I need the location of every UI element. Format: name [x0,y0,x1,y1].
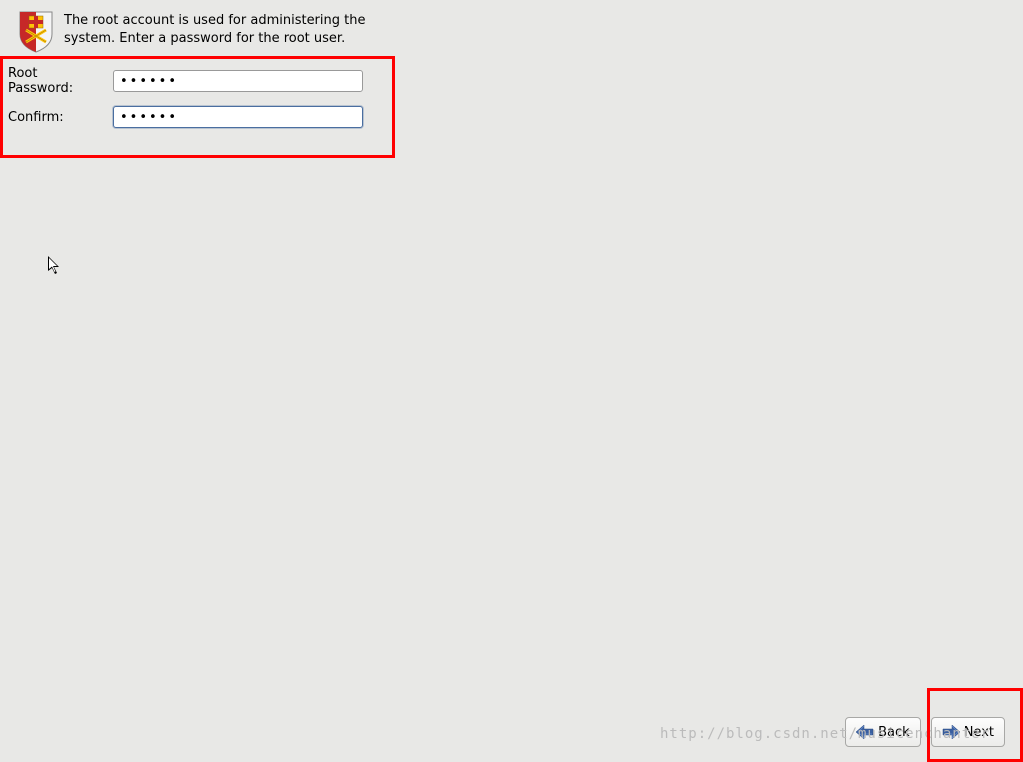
confirm-input[interactable] [113,106,363,128]
back-button[interactable]: Back [845,717,921,747]
password-form: Root Password: Confirm: [0,56,395,158]
next-button[interactable]: Next [931,717,1005,747]
confirm-label: Confirm: [8,110,113,125]
root-password-input[interactable] [113,70,363,92]
next-button-label: Next [964,725,994,740]
instruction-text: The root account is used for administeri… [64,10,384,47]
root-password-row: Root Password: [8,66,387,96]
arrow-right-icon [942,725,960,739]
navigation-buttons: Back Next [845,717,1005,747]
confirm-row: Confirm: [8,106,387,128]
root-password-label: Root Password: [8,66,113,96]
shield-icon [18,10,54,54]
mouse-cursor-icon [48,256,62,276]
back-button-label: Back [878,725,910,740]
arrow-left-icon [856,725,874,739]
header-section: The root account is used for administeri… [0,0,1023,54]
